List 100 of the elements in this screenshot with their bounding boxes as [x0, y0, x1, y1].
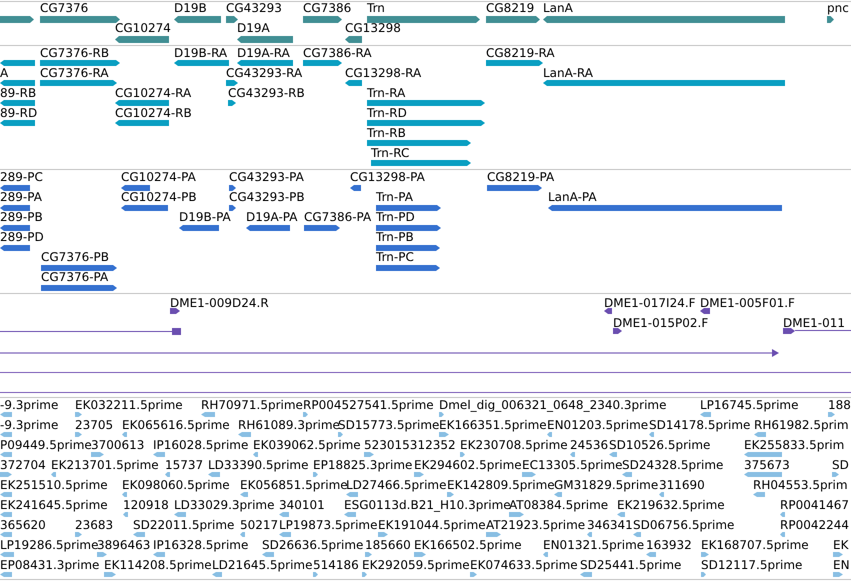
feature-label: SD06756.5prime [633, 519, 734, 532]
feature-label: 89-RB [0, 87, 36, 100]
feature-label: 23705 [75, 419, 114, 432]
feature-label: RP0042244 [780, 519, 850, 532]
feature-label: CG10274-PB [121, 191, 197, 204]
feature-label: 365620 [0, 519, 46, 532]
feature-label: Trn-RC [371, 147, 410, 160]
feature-label: 188 [828, 399, 851, 412]
feature-label: A [0, 67, 8, 80]
feature-label: EK098060.5prime [122, 479, 230, 492]
feature-label: EK255833.5prim [744, 439, 844, 452]
feature-label: 120918 [123, 499, 169, 512]
feature-label: EK065616.5prime [122, 419, 230, 432]
feature-label: CG7376 [40, 2, 88, 15]
feature-label: -9.3prime [0, 399, 58, 412]
feature-label: CG7376-PA [41, 271, 108, 284]
feature-label: EK191044.5prime [378, 519, 486, 532]
feature-label: EK292059.5prime [362, 559, 470, 572]
feature-label: CG43293-PA [229, 171, 304, 184]
feature-label: 289-PD [0, 231, 44, 244]
feature-label: CG13298 [345, 22, 401, 35]
feature-label: Dmel_dig_006321_0648_2340.3prime [439, 399, 667, 412]
feature-label: D19A-RA [237, 47, 290, 60]
feature-label: LD21645.5prime [212, 559, 313, 572]
feature-label: CG10274-RA [115, 87, 192, 100]
feature-label: SD24328.5prime [622, 459, 724, 472]
feature-label: D19A [237, 22, 270, 35]
feature-label: CG10274 [115, 22, 171, 35]
feature-label: CG10274-RB [115, 107, 192, 120]
feature-label: GM31829.5prime [554, 479, 658, 492]
feature-label: D19B [174, 2, 207, 15]
feature-label: EK230708.5prime [460, 439, 568, 452]
feature-label: EK114208.5prime [104, 559, 212, 572]
feature-label: DME1-005F01.F [700, 297, 795, 310]
feature-label: CG43293 [226, 2, 282, 15]
feature-label: CG43293-RB [228, 87, 305, 100]
feature-label: EP08431.3prime [0, 559, 100, 572]
feature-label: EN [833, 559, 850, 572]
feature-label: 24536 [570, 439, 608, 452]
feature-label: 89-RD [0, 107, 38, 120]
feature-label: 289-PA [0, 191, 42, 204]
feature-label: LanA-PA [548, 191, 597, 204]
feature-label: EK213701.5prime [51, 459, 159, 472]
feature-label: EK251510.5prime [0, 479, 108, 492]
feature-label: EK166502.5prime [414, 539, 522, 552]
feature-label: 3896463 [97, 539, 150, 552]
feature-label: 375673 [744, 459, 790, 472]
feature-label: AT21923.5prime [486, 519, 586, 532]
feature-label: IP16028.5prime [153, 439, 248, 452]
feature-label: DME1-017I24.F [604, 297, 696, 310]
feature-label: EK168707.5prime [701, 539, 809, 552]
feature-label: EK039062.5prime [253, 439, 361, 452]
feature-label: IP16328.5prime [153, 539, 248, 552]
feature-label: EK [833, 539, 848, 552]
feature-label: CG43293-RA [226, 67, 302, 80]
feature-label: LP19873.5prime [279, 519, 378, 532]
feature-label: CG8219-PA [487, 171, 554, 184]
feature-label: Trn-RB [367, 127, 406, 140]
feature-label: CG7386-RA [303, 47, 372, 60]
feature-label: RP004527541.5prime [303, 399, 434, 412]
feature-label: CG7386-PA [304, 211, 372, 224]
feature-label: EC13305.5prime [522, 459, 623, 472]
feature-label: RH61089.3prime [238, 419, 340, 432]
feature-label: 50217 [240, 519, 278, 532]
feature-label: SD26636.5prime [262, 539, 364, 552]
feature-label: SD22011.5prime [133, 519, 234, 532]
feature-label: SD15773.5prime [338, 419, 440, 432]
feature-label: 311690 [659, 479, 705, 492]
feature-label: 523015312352 [364, 439, 456, 452]
feature-label: EK142809.5prime [447, 479, 555, 492]
feature-label: D19B-RA [174, 47, 228, 60]
feature-label: 3700613 [91, 439, 144, 452]
feature-label: EK294602.5prime [414, 459, 522, 472]
feature-label: CG7376-RA [40, 67, 109, 80]
feature-label: Trn-PA [376, 191, 413, 204]
feature-label: CG43293-PB [229, 191, 305, 204]
feature-label: SD10526.5prime [609, 439, 710, 452]
feature-label: AT08384.5prime [509, 499, 608, 512]
feature-label: SD [832, 459, 849, 472]
feature-label: SD25441.5prime [580, 559, 682, 572]
feature-label: 289-PC [0, 171, 43, 184]
feature-label: Trn-PC [376, 251, 414, 264]
feature-label: DME1-015P02.F [613, 317, 708, 330]
feature-label: 514186 [313, 559, 359, 572]
feature-label: EN01321.5prime [543, 539, 644, 552]
feature-label: P09449.5prime [0, 439, 92, 452]
feature-label: Trn-PB [376, 231, 414, 244]
feature-label: RP0041467 [780, 499, 850, 512]
feature-label: SD12117.5prime [701, 559, 802, 572]
feature-label: Trn-RD [367, 107, 407, 120]
feature-label: 340101 [279, 499, 325, 512]
feature-label: 185660 [365, 539, 411, 552]
feature-label: CG7386 [303, 2, 352, 15]
feature-label: CG13298-RA [345, 67, 422, 80]
feature-label: EK074633.5prime [470, 559, 578, 572]
feature-label: LanA [543, 2, 573, 15]
feature-label: EK032211.5prime [75, 399, 183, 412]
feature-label: ESG0113d.B21_H10.3prime [344, 499, 511, 512]
feature-label: RH61982.5prim [754, 419, 849, 432]
feature-label: 346341 [587, 519, 633, 532]
